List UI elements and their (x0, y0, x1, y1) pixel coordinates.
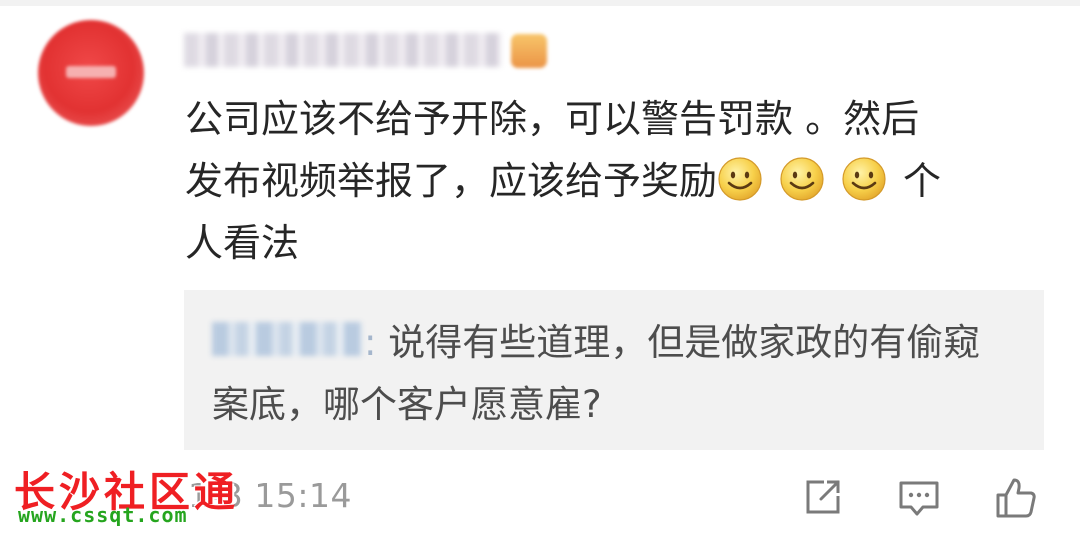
top-divider (0, 0, 1080, 6)
comment-line: 人看法 (185, 221, 300, 265)
like-button[interactable] (994, 476, 1038, 520)
share-icon (806, 480, 840, 514)
user-level-badge (511, 34, 547, 68)
smile-emoji-icon (842, 157, 886, 201)
username-blurred[interactable] (184, 33, 502, 67)
smile-emoji-icon (780, 157, 824, 201)
watermark-url: www.cssqt.com (18, 503, 188, 527)
smile-emoji-icon (718, 157, 762, 201)
comment-line: 发布视频举报了，应该给予奖励 个 (185, 150, 1065, 212)
reply-box[interactable]: : 说得有些道理，但是做家政的有偷窥案底，哪个客户愿意雇? (184, 290, 1044, 450)
comment-body: 公司应该不给予开除，可以警告罚款 。然后 发布视频举报了，应该给予奖励 个 人看法 (185, 88, 1065, 274)
comment-line-text: 个 (903, 159, 942, 203)
comment-button[interactable] (897, 476, 941, 520)
avatar-blurred-mark (66, 66, 116, 78)
thumbs-up-icon (996, 478, 1036, 518)
reply-text: 说得有些道理，但是做家政的有偷窥案底，哪个客户愿意雇? (212, 321, 981, 426)
comment-line-text: 发布视频举报了，应该给予奖励 (185, 159, 718, 203)
avatar[interactable] (38, 20, 144, 126)
comment-screenshot: 公司应该不给予开除，可以警告罚款 。然后 发布视频举报了，应该给予奖励 个 人看法… (0, 0, 1080, 539)
comment-icon (899, 481, 939, 516)
share-button[interactable] (800, 476, 844, 520)
reply-colon: : (364, 321, 377, 364)
comment-line: 公司应该不给予开除，可以警告罚款 。然后 (185, 97, 920, 141)
reply-body: : 说得有些道理，但是做家政的有偷窥案底，哪个客户愿意雇? (212, 312, 1012, 436)
